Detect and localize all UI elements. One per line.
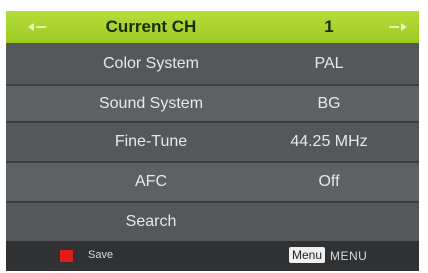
fine-tune-value: 44.25 MHz (290, 133, 368, 150)
menu-row-afc[interactable]: AFC Off (6, 163, 419, 201)
search-label: Search (125, 213, 177, 230)
menu-row-color-system[interactable]: Color System PAL (6, 43, 419, 84)
menu-label: MENU (330, 249, 368, 263)
current-ch-label: Current CH (105, 17, 197, 36)
arrow-right-icon-tail (389, 26, 399, 28)
menu-row-current-ch[interactable]: Current CH 1 (6, 11, 419, 43)
fine-tune-label: Fine-Tune (114, 133, 188, 150)
sound-system-label: Sound System (98, 94, 204, 112)
afc-label: AFC (135, 173, 167, 190)
sound-system-value: BG (317, 94, 341, 112)
channel-tuning-menu: Current CH 1 Color System PAL Sound Syst… (6, 11, 419, 271)
menu-key-icon[interactable]: Menu (289, 247, 326, 263)
footer-bar: Save Menu MENU (6, 241, 419, 271)
afc-value: Off (318, 173, 340, 190)
arrow-left-icon-tail (36, 26, 46, 28)
arrow-left-icon[interactable] (28, 23, 34, 31)
menu-row-fine-tune[interactable]: Fine-Tune 44.25 MHz (6, 123, 419, 161)
menu-row-sound-system[interactable]: Sound System BG (6, 86, 419, 121)
color-system-value: PAL (314, 54, 344, 72)
red-button-icon[interactable] (60, 250, 73, 262)
color-system-label: Color System (102, 54, 200, 72)
arrow-right-icon[interactable] (401, 23, 407, 31)
menu-row-search[interactable]: Search (6, 203, 419, 241)
current-ch-value: 1 (324, 17, 334, 36)
save-label: Save (88, 249, 114, 261)
